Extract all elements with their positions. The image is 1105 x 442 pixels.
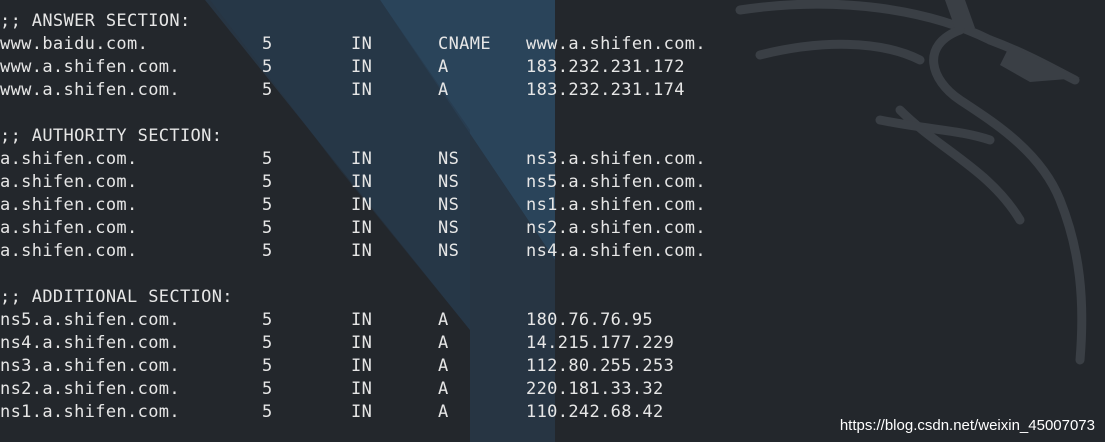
record-class: IN <box>351 218 373 238</box>
additional-record-row: ns3.a.shifen.com. 5 IN A 112.80.255.253 <box>0 355 1105 378</box>
record-ttl: 5 <box>262 57 273 77</box>
record-class: IN <box>351 195 373 215</box>
record-name: a.shifen.com. <box>0 218 138 238</box>
answer-record-row: www.baidu.com. 5 IN CNAME www.a.shifen.com. <box>0 33 1105 56</box>
record-class: IN <box>351 57 373 77</box>
record-name: ns2.a.shifen.com. <box>0 379 180 399</box>
record-ttl: 5 <box>262 80 273 100</box>
record-name: a.shifen.com. <box>0 172 138 192</box>
record-type: CNAME <box>438 34 491 54</box>
record-class: IN <box>351 333 373 353</box>
record-data: ns1.a.shifen.com. <box>526 195 706 215</box>
record-name: ns3.a.shifen.com. <box>0 356 180 376</box>
record-ttl: 5 <box>262 218 273 238</box>
record-class: IN <box>351 34 373 54</box>
record-type: A <box>438 402 449 422</box>
record-name: a.shifen.com. <box>0 195 138 215</box>
record-data: 183.232.231.172 <box>526 57 685 77</box>
record-name: www.baidu.com. <box>0 34 149 54</box>
authority-record-row: a.shifen.com. 5 IN NS ns1.a.shifen.com. <box>0 194 1105 217</box>
record-ttl: 5 <box>262 195 273 215</box>
authority-record-row: a.shifen.com. 5 IN NS ns4.a.shifen.com. <box>0 240 1105 263</box>
record-type: A <box>438 80 449 100</box>
additional-record-row: ns5.a.shifen.com. 5 IN A 180.76.76.95 <box>0 309 1105 332</box>
authority-section-header: ;; AUTHORITY SECTION: <box>0 126 223 146</box>
record-type: A <box>438 379 449 399</box>
terminal-output: ;; ANSWER SECTION: www.baidu.com. 5 IN CNAME… <box>0 0 1105 442</box>
record-data: ns2.a.shifen.com. <box>526 218 706 238</box>
authority-record-row: a.shifen.com. 5 IN NS ns5.a.shifen.com. <box>0 171 1105 194</box>
additional-record-row: ns4.a.shifen.com. 5 IN A 14.215.177.229 <box>0 332 1105 355</box>
record-name: a.shifen.com. <box>0 149 138 169</box>
record-class: IN <box>351 172 373 192</box>
record-ttl: 5 <box>262 149 273 169</box>
record-type: A <box>438 333 449 353</box>
answer-record-row: www.a.shifen.com. 5 IN A 183.232.231.172 <box>0 56 1105 79</box>
record-data: ns3.a.shifen.com. <box>526 149 706 169</box>
additional-record-row: ns2.a.shifen.com. 5 IN A 220.181.33.32 <box>0 378 1105 401</box>
record-type: A <box>438 356 449 376</box>
record-type: NS <box>438 218 460 238</box>
record-ttl: 5 <box>262 241 273 261</box>
record-data: 183.232.231.174 <box>526 80 685 100</box>
record-type: A <box>438 57 449 77</box>
record-name: www.a.shifen.com. <box>0 80 180 100</box>
record-ttl: 5 <box>262 356 273 376</box>
record-data: 220.181.33.32 <box>526 379 664 399</box>
record-type: NS <box>438 149 460 169</box>
record-ttl: 5 <box>262 310 273 330</box>
record-type: NS <box>438 195 460 215</box>
record-class: IN <box>351 149 373 169</box>
record-ttl: 5 <box>262 34 273 54</box>
record-ttl: 5 <box>262 402 273 422</box>
csdn-watermark: https://blog.csdn.net/weixin_45007073 <box>839 417 1095 434</box>
record-data: 110.242.68.42 <box>526 402 664 422</box>
additional-section-header: ;; ADDITIONAL SECTION: <box>0 287 233 307</box>
answer-section-header: ;; ANSWER SECTION: <box>0 11 191 31</box>
record-class: IN <box>351 402 373 422</box>
authority-record-row: a.shifen.com. 5 IN NS ns3.a.shifen.com. <box>0 148 1105 171</box>
record-class: IN <box>351 310 373 330</box>
record-name: ns4.a.shifen.com. <box>0 333 180 353</box>
record-data: 14.215.177.229 <box>526 333 675 353</box>
record-data: www.a.shifen.com. <box>526 34 706 54</box>
record-class: IN <box>351 80 373 100</box>
record-type: NS <box>438 172 460 192</box>
record-class: IN <box>351 241 373 261</box>
record-data: ns5.a.shifen.com. <box>526 172 706 192</box>
record-class: IN <box>351 356 373 376</box>
record-ttl: 5 <box>262 379 273 399</box>
record-ttl: 5 <box>262 333 273 353</box>
record-name: a.shifen.com. <box>0 241 138 261</box>
record-name: ns1.a.shifen.com. <box>0 402 180 422</box>
authority-record-row: a.shifen.com. 5 IN NS ns2.a.shifen.com. <box>0 217 1105 240</box>
record-class: IN <box>351 379 373 399</box>
record-name: www.a.shifen.com. <box>0 57 180 77</box>
record-data: 180.76.76.95 <box>526 310 654 330</box>
record-name: ns5.a.shifen.com. <box>0 310 180 330</box>
record-data: ns4.a.shifen.com. <box>526 241 706 261</box>
record-data: 112.80.255.253 <box>526 356 675 376</box>
record-ttl: 5 <box>262 172 273 192</box>
record-type: NS <box>438 241 460 261</box>
record-type: A <box>438 310 449 330</box>
answer-record-row: www.a.shifen.com. 5 IN A 183.232.231.174 <box>0 79 1105 102</box>
